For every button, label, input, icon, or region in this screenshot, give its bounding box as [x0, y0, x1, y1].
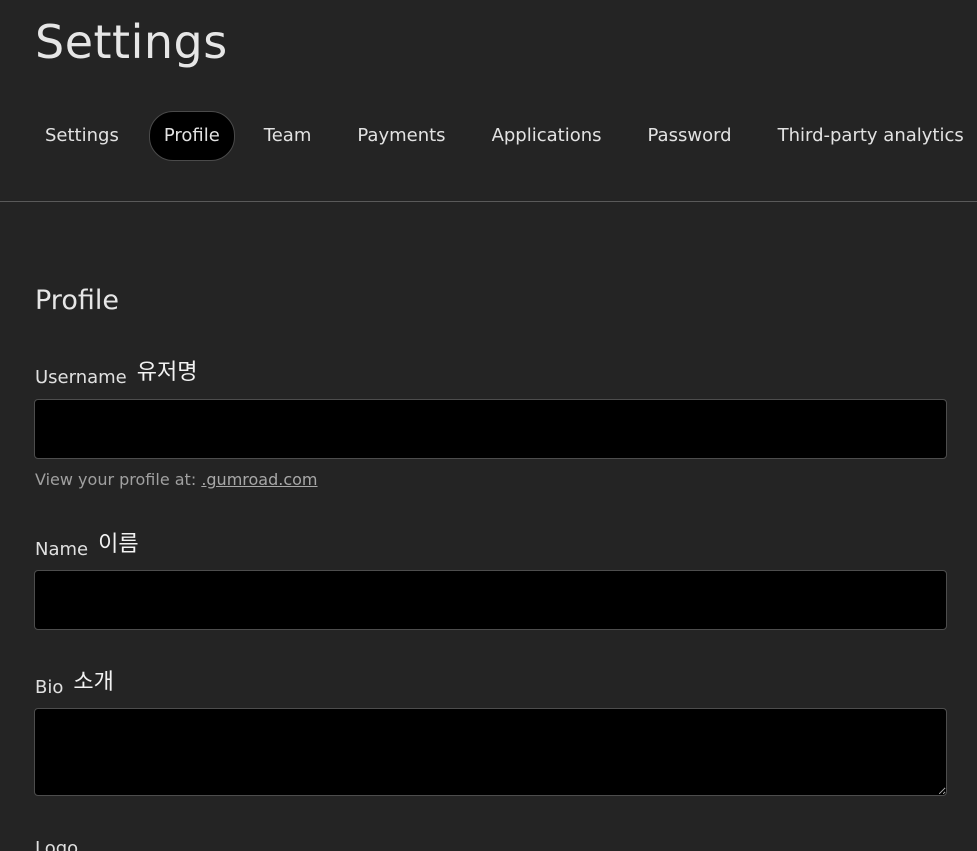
tab-settings[interactable]: Settings — [34, 112, 130, 160]
settings-page: Settings Settings Profile Team Payments … — [0, 0, 977, 851]
name-label: Name 이름 — [35, 530, 139, 562]
tab-profile[interactable]: Profile — [148, 111, 235, 161]
username-annotation: 유저명 — [136, 360, 198, 385]
tab-password[interactable]: Password — [637, 112, 743, 160]
bio-label-text: Bio — [35, 677, 64, 698]
name-annotation: 이름 — [98, 532, 139, 557]
bio-annotation: 소개 — [73, 670, 114, 695]
logo-label: Logo — [35, 838, 79, 851]
bio-label: Bio 소개 — [35, 668, 114, 700]
username-label: Username 유저명 — [35, 358, 198, 390]
header-divider — [0, 201, 977, 202]
tab-applications[interactable]: Applications — [481, 112, 613, 160]
tab-third-party-analytics[interactable]: Third-party analytics — [767, 112, 975, 160]
username-label-text: Username — [35, 367, 127, 388]
profile-url-hint-prefix: View your profile at: — [35, 470, 197, 489]
profile-section-title: Profile — [35, 285, 119, 316]
profile-url-link[interactable]: .gumroad.com — [201, 470, 317, 489]
settings-tabs: Settings Profile Team Payments Applicati… — [34, 111, 977, 161]
bio-textarea[interactable] — [34, 708, 947, 796]
tab-team[interactable]: Team — [253, 112, 323, 160]
name-label-text: Name — [35, 539, 89, 560]
profile-url-hint: View your profile at: .gumroad.com — [35, 470, 318, 489]
page-title: Settings — [35, 15, 228, 69]
tab-payments[interactable]: Payments — [346, 112, 456, 160]
username-input[interactable] — [34, 399, 947, 459]
name-input[interactable] — [34, 570, 947, 630]
